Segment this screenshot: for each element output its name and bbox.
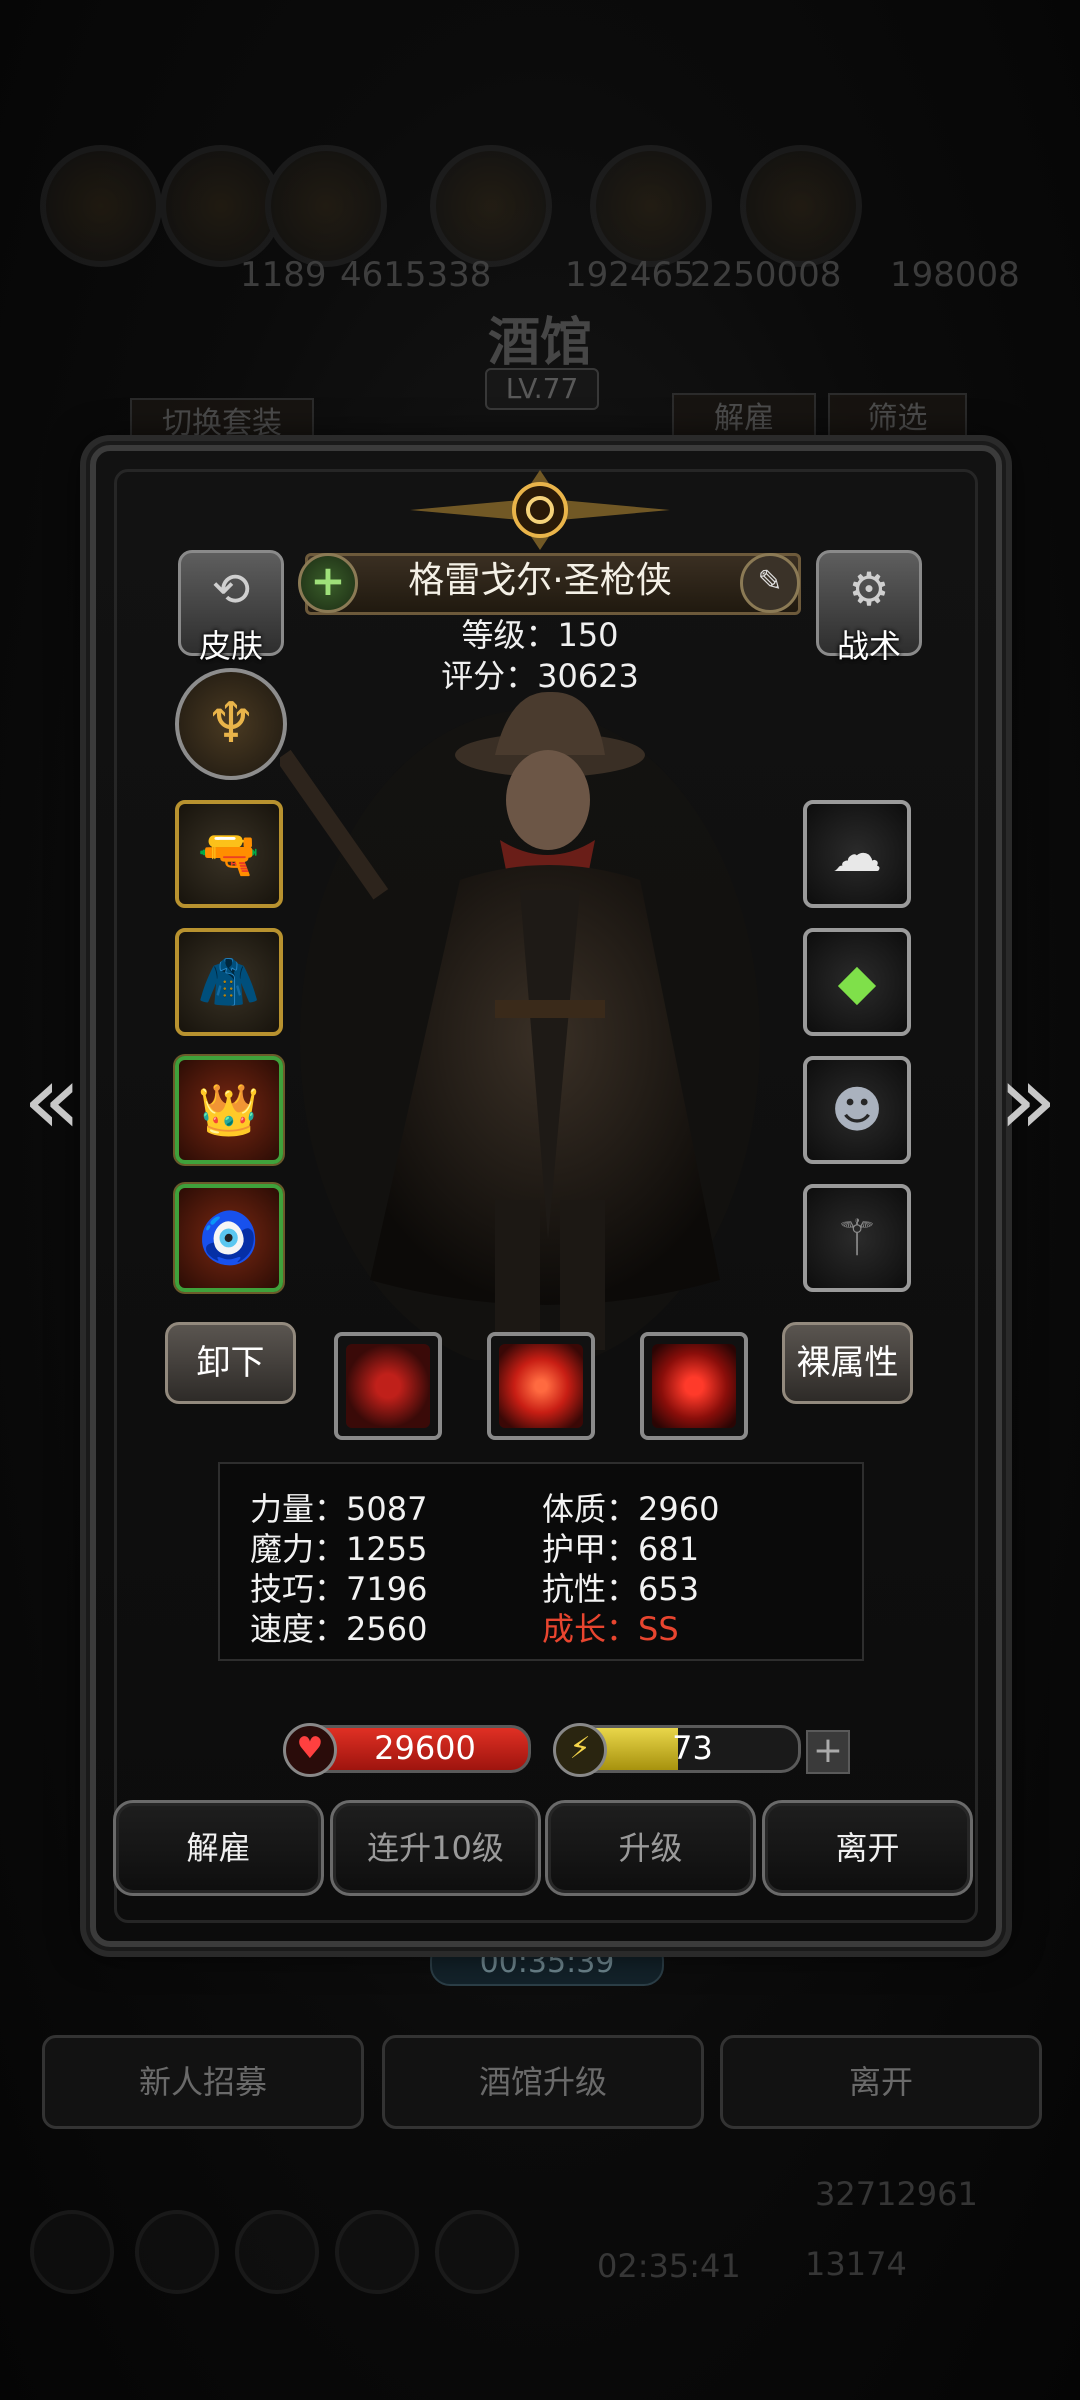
- resource-icon-3: [265, 145, 387, 267]
- green-crystal-icon: ◆: [837, 953, 877, 1011]
- crystal-slot[interactable]: ◆: [803, 928, 911, 1036]
- tactics-button[interactable]: ⚙ 战术: [816, 550, 922, 665]
- amulet-icon: 🧿: [197, 1209, 261, 1267]
- stat-speed: 速度：2560: [250, 1610, 428, 1648]
- edit-icon[interactable]: ✎: [740, 553, 800, 613]
- skin-button[interactable]: ⟲ 皮肤: [178, 550, 284, 665]
- resource-icon-6: [740, 145, 862, 267]
- footer-icon: [30, 2210, 114, 2294]
- heart-icon: ♥: [283, 1723, 337, 1777]
- gold-count: 32712961: [815, 2175, 978, 2213]
- footer-timer: 02:35:41: [597, 2247, 741, 2285]
- dismiss-button[interactable]: 解雇: [113, 1800, 324, 1896]
- mask-icon: ☻: [830, 1081, 884, 1139]
- ring-slot[interactable]: ☁: [803, 800, 911, 908]
- footer: 32712961 13174 02:35:41: [0, 2150, 1080, 2400]
- bg-leave-button: 离开: [720, 2035, 1042, 2129]
- hero-portrait: [280, 691, 760, 1360]
- class-emblem[interactable]: ♆: [175, 668, 287, 780]
- hero-level: 等级：150: [461, 616, 619, 654]
- cloud-ring-icon: ☁: [832, 825, 882, 883]
- recruit-button: 新人招募: [42, 2035, 364, 2129]
- armor-slot[interactable]: 🧥: [175, 928, 283, 1036]
- crosshair-skill-icon: [346, 1344, 430, 1428]
- stat-growth: 成长：SS: [542, 1610, 679, 1648]
- staff-icon: ⚚: [834, 1209, 880, 1267]
- skill-slot-1[interactable]: [334, 1332, 442, 1440]
- resource-icon-1: [40, 145, 162, 267]
- hp-value: 29600: [374, 1729, 476, 1767]
- vortex-skill-icon: [499, 1344, 583, 1428]
- resource-value: 4615338: [340, 255, 492, 295]
- resource-value: 2250008: [690, 255, 842, 295]
- tavern-upgrade-button: 酒馆升级: [382, 2035, 704, 2129]
- skill-slot-3[interactable]: [640, 1332, 748, 1440]
- next-hero-arrow[interactable]: »: [988, 1045, 1068, 1155]
- energy-value: 73: [672, 1729, 713, 1767]
- stats-panel: 力量：5087 体质：2960 魔力：1255 护甲：681 技巧：7196 抗…: [218, 1462, 864, 1661]
- footer-icon: [235, 2210, 319, 2294]
- level-up-button[interactable]: 升级: [545, 1800, 756, 1896]
- skill-slot-2[interactable]: [487, 1332, 595, 1440]
- spiked-crown-icon: 👑: [197, 1081, 261, 1139]
- footer-icon: [335, 2210, 419, 2294]
- unequip-button[interactable]: 卸下: [165, 1322, 296, 1404]
- hero-name: 格雷戈尔·圣枪侠: [408, 560, 672, 601]
- prev-hero-arrow[interactable]: «: [12, 1045, 92, 1155]
- resource-icon-4: [430, 145, 552, 267]
- crest-icon: [410, 470, 670, 550]
- footer-icon: [435, 2210, 519, 2294]
- skin-label: 皮肤: [198, 627, 263, 665]
- mask-slot[interactable]: ☻: [803, 1056, 911, 1164]
- target-skill-icon: [652, 1344, 736, 1428]
- resource-value: 192465: [565, 255, 695, 295]
- weapon-slot[interactable]: 🔫: [175, 800, 283, 908]
- bg-dismiss-button: 解雇: [672, 393, 816, 445]
- level-up-10-button[interactable]: 连升10级: [330, 1800, 541, 1896]
- resource-icon-2: [160, 145, 282, 267]
- leave-button[interactable]: 离开: [762, 1800, 973, 1896]
- tavern-level: LV.77: [485, 368, 599, 410]
- gear-icon: ⚙: [848, 562, 890, 616]
- shirt-icon: ⟲: [211, 562, 251, 616]
- base-attributes-button[interactable]: 裸属性: [782, 1322, 913, 1404]
- tactics-label: 战术: [836, 627, 901, 665]
- lightning-icon: ⚡: [553, 1723, 607, 1777]
- bg-filter-button: 筛选: [828, 393, 967, 445]
- staff-slot[interactable]: ⚚: [803, 1184, 911, 1292]
- footer-icon: [135, 2210, 219, 2294]
- amulet-slot[interactable]: 🧿: [175, 1184, 283, 1292]
- add-energy-button[interactable]: +: [806, 1730, 850, 1774]
- revolver-icon: 🔫: [197, 825, 261, 883]
- resource-bar: 1189 4615338 192465 2250008 198008: [40, 135, 1040, 295]
- resource-value: 198008: [890, 255, 1020, 295]
- leather-coat-icon: 🧥: [197, 953, 261, 1011]
- resource-value: 1189: [240, 255, 327, 295]
- gem-count: 13174: [805, 2245, 907, 2283]
- tavern-title: 酒馆: [487, 312, 592, 373]
- resource-icon-5: [590, 145, 712, 267]
- wings-icon: ♆: [205, 691, 257, 756]
- helmet-slot[interactable]: 👑: [175, 1056, 283, 1164]
- switch-outfit-button: 切换套装: [130, 398, 314, 450]
